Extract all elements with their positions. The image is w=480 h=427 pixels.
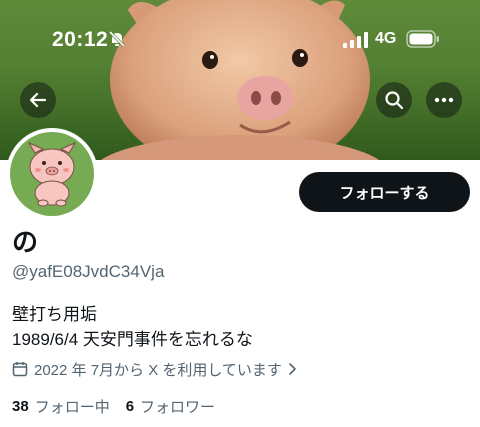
chevron-right-icon — [289, 363, 296, 375]
back-button[interactable] — [20, 82, 56, 118]
bio-line: 壁打ち用垢 — [12, 305, 97, 324]
user-handle: @yafE08JvdC34Vja — [12, 262, 165, 281]
followers-count: 6 — [125, 398, 135, 415]
followers-label: フォロワー — [140, 399, 216, 416]
follow-stats: 38 フォロー中 6 フォロワー — [12, 396, 231, 417]
follow-button[interactable]: フォローする — [299, 172, 470, 212]
search-icon — [385, 91, 404, 110]
following-link[interactable]: 38 フォロー中 — [12, 396, 110, 417]
search-button[interactable] — [376, 82, 412, 118]
display-name: の — [12, 227, 39, 257]
status-bar: 20:12 4G — [0, 0, 480, 80]
following-label: フォロー中 — [34, 399, 110, 416]
joined-date-text: 2022 年 7月から X を利用しています — [34, 361, 282, 379]
profile-bio: 壁打ち用垢 1989/6/4 天安門事件を忘れるな — [12, 302, 253, 352]
avatar[interactable] — [6, 128, 98, 220]
bell-slash-icon — [108, 30, 126, 48]
joined-date-link[interactable]: 2022 年 7月から X を利用しています — [12, 358, 297, 380]
network-type: 4G — [375, 30, 397, 47]
calendar-icon — [12, 362, 28, 377]
followers-link[interactable]: 6 フォロワー — [126, 396, 215, 417]
more-icon — [434, 97, 454, 103]
back-arrow-icon — [29, 92, 47, 108]
status-time: 20:12 — [52, 28, 109, 51]
following-count: 38 — [12, 398, 29, 415]
pig-avatar-image — [27, 141, 77, 207]
battery-icon — [406, 30, 439, 48]
bio-line: 1989/6/4 天安門事件を忘れるな — [12, 330, 253, 349]
signal-icon — [343, 32, 368, 48]
more-button[interactable] — [426, 82, 462, 118]
